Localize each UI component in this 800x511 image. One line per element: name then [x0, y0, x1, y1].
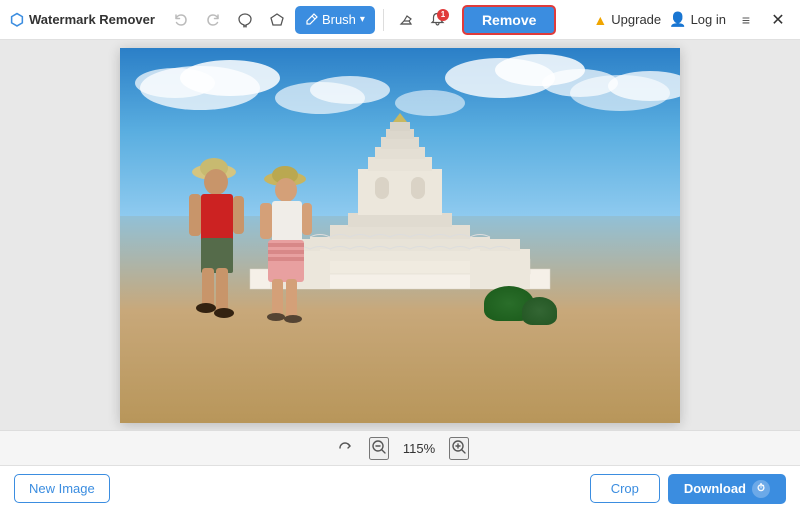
- redo-button[interactable]: [199, 6, 227, 34]
- brush-caret: ▾: [360, 14, 365, 25]
- new-image-button[interactable]: New Image: [14, 474, 110, 503]
- notification-button[interactable]: 1: [424, 6, 452, 34]
- download-clock-icon: ⏱: [752, 480, 770, 498]
- close-icon: ✕: [771, 10, 784, 30]
- app-title: Watermark Remover: [29, 12, 155, 27]
- bush2: [522, 297, 557, 325]
- upgrade-icon: ▲: [593, 12, 607, 28]
- crop-button[interactable]: Crop: [590, 474, 660, 503]
- right-actions: ▲ Upgrade 👤 Log in ≡ ✕: [593, 8, 790, 32]
- login-button[interactable]: 👤 Log in: [669, 11, 726, 28]
- zoom-out-button[interactable]: [369, 437, 389, 460]
- toolbar: Brush ▾ 1 Remove: [167, 5, 593, 35]
- main-image[interactable]: [120, 48, 680, 423]
- main-canvas-area: [0, 40, 800, 430]
- lasso-button[interactable]: [231, 6, 259, 34]
- toolbar-separator: [383, 9, 384, 31]
- polygon-button[interactable]: [263, 6, 291, 34]
- rotate-button[interactable]: [331, 434, 359, 462]
- undo-button[interactable]: [167, 6, 195, 34]
- notification-badge: 1: [437, 9, 449, 21]
- login-icon: 👤: [669, 11, 686, 28]
- menu-icon: ≡: [742, 12, 750, 28]
- right-bottom-group: Crop Download ⏱: [590, 474, 786, 504]
- titlebar: ⬡ Watermark Remover: [0, 0, 800, 40]
- download-label: Download: [684, 481, 746, 496]
- zoom-bar: 115%: [0, 430, 800, 465]
- app-logo: ⬡ Watermark Remover: [10, 10, 155, 30]
- new-image-label: New Image: [29, 481, 95, 496]
- zoom-in-button[interactable]: [449, 437, 469, 460]
- brush-label: Brush: [322, 12, 356, 27]
- person2-svg: [243, 155, 333, 340]
- remove-button[interactable]: Remove: [462, 5, 556, 35]
- login-label: Log in: [691, 12, 726, 27]
- crop-label: Crop: [611, 481, 639, 496]
- upgrade-label: Upgrade: [611, 12, 661, 27]
- bottom-bar: New Image Crop Download ⏱: [0, 465, 800, 511]
- upgrade-button[interactable]: ▲ Upgrade: [593, 12, 661, 28]
- menu-button[interactable]: ≡: [734, 8, 758, 32]
- eraser-button[interactable]: [392, 6, 420, 34]
- image-container: [120, 48, 680, 423]
- remove-label: Remove: [482, 12, 536, 28]
- logo-icon: ⬡: [10, 10, 24, 30]
- download-button[interactable]: Download ⏱: [668, 474, 786, 504]
- close-button[interactable]: ✕: [766, 8, 790, 32]
- brush-button[interactable]: Brush ▾: [295, 6, 375, 34]
- zoom-level: 115%: [399, 441, 439, 456]
